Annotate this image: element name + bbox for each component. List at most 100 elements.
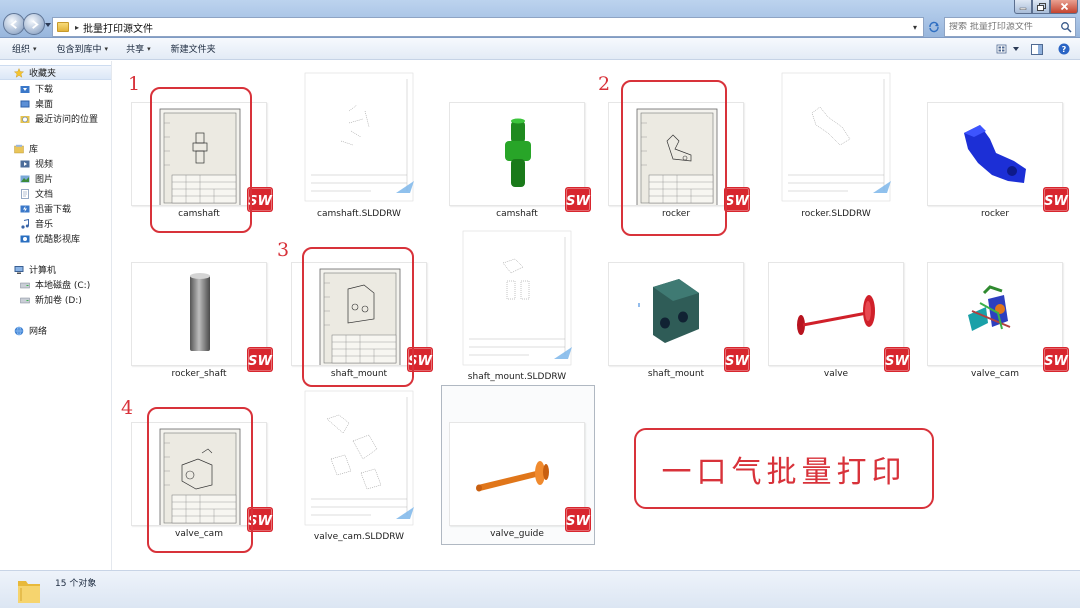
restore-icon: [1036, 2, 1046, 11]
search-input[interactable]: [949, 22, 1059, 32]
file-item-rocker-shaft-part[interactable]: rocker_shaft: [130, 256, 273, 391]
downloads-folder-icon: [20, 85, 30, 93]
nav-network[interactable]: 网络: [0, 323, 111, 338]
nav-desktop[interactable]: 桌面: [0, 96, 111, 111]
annotation-number-2: 2: [598, 73, 611, 95]
search-icon[interactable]: [1060, 21, 1072, 33]
nav-local-disk-c[interactable]: 本地磁盘 (C:): [0, 277, 111, 292]
file-item-shaft-mount-part[interactable]: shaft_mount: [607, 256, 750, 391]
nav-computer[interactable]: 计算机: [0, 262, 111, 277]
close-button[interactable]: [1050, 0, 1078, 14]
file-list: SW camshaft: [113, 61, 1080, 570]
thunder-download-icon: [20, 205, 30, 212]
back-button[interactable]: [3, 13, 25, 35]
include-in-library-menu[interactable]: 包含到库中 ▾: [56, 42, 109, 56]
folder-icon: [18, 581, 40, 603]
nav-documents-label: 文档: [35, 190, 54, 200]
file-item-camshaft-slddrw[interactable]: camshaft.SLDDRW: [290, 71, 428, 219]
star-icon: [14, 67, 24, 78]
drive-icon: [20, 282, 30, 288]
chevron-down-icon: ▾: [147, 44, 151, 53]
preview-pane-icon: [1031, 43, 1043, 55]
item-count: 15 个对象: [55, 579, 97, 589]
nav-new-volume-d[interactable]: 新加卷 (D:): [0, 292, 111, 307]
drive-icon: [20, 297, 30, 303]
shortcut-arrow-icon: [554, 347, 572, 359]
file-item-valve-cam-assembly[interactable]: valve_cam: [926, 256, 1069, 391]
share-menu[interactable]: 共享 ▾: [126, 42, 151, 56]
file-item-rocker-part[interactable]: rocker: [926, 96, 1069, 231]
video-library-icon: [20, 160, 30, 167]
nav-music[interactable]: 音乐: [0, 216, 111, 231]
preview-pane-button[interactable]: [1030, 42, 1044, 56]
library-icon: [14, 144, 24, 153]
annotation-number-3: 3: [277, 239, 290, 261]
file-name: valve_cam: [971, 369, 1019, 379]
recent-pages-dropdown-icon[interactable]: [44, 21, 52, 29]
shortcut-arrow-icon: [873, 181, 891, 193]
file-name: rocker.SLDDRW: [801, 209, 871, 219]
forward-button[interactable]: [23, 13, 45, 35]
file-item-valve-cam-slddrw[interactable]: valve_cam.SLDDRW: [290, 389, 428, 542]
annotation-number-1: 1: [128, 73, 141, 95]
nav-documents[interactable]: 文档: [0, 186, 111, 201]
address-dropdown-icon[interactable]: ▾: [909, 21, 921, 33]
nav-local-disk-c-label: 本地磁盘 (C:): [35, 281, 91, 291]
breadcrumb-separator[interactable]: ▸: [75, 23, 79, 32]
back-arrow-icon: [9, 19, 17, 29]
file-item-rocker-slddrw[interactable]: rocker.SLDDRW: [767, 71, 905, 219]
annotation-box-3: [302, 247, 414, 387]
nav-downloads[interactable]: 下载: [0, 81, 111, 96]
file-name: rocker_shaft: [171, 369, 227, 379]
nav-recent-places[interactable]: 最近访问的位置: [0, 111, 111, 126]
file-item-valve-guide-part[interactable]: valve_guide: [441, 385, 595, 551]
file-name: shaft_mount.SLDDRW: [467, 372, 567, 382]
shortcut-arrow-icon: [396, 507, 414, 519]
organize-label: 组织: [12, 45, 31, 55]
nav-favorites[interactable]: 收藏夹: [0, 65, 111, 80]
nav-recent-places-label: 最近访问的位置: [35, 115, 99, 125]
nav-thunder-downloads[interactable]: 迅雷下载: [0, 201, 111, 216]
nav-favorites-label: 收藏夹: [29, 69, 57, 79]
address-bar[interactable]: ▸ 批量打印源文件 ▾: [52, 17, 924, 37]
new-folder-label: 新建文件夹: [170, 45, 216, 55]
breadcrumb-folder[interactable]: 批量打印源文件: [83, 20, 153, 35]
file-name: valve: [823, 369, 849, 379]
nav-libraries[interactable]: 库: [0, 141, 111, 156]
nav-pictures[interactable]: 图片: [0, 171, 111, 186]
file-name: rocker: [980, 209, 1010, 219]
nav-youku-library-label: 优酷影视库: [35, 235, 81, 245]
nav-youku-library[interactable]: 优酷影视库: [0, 231, 111, 246]
callout-text: 一口气批量打印: [661, 454, 907, 490]
include-in-library-label: 包含到库中: [56, 45, 102, 55]
organize-menu[interactable]: 组织 ▾: [12, 42, 37, 56]
nav-network-label: 网络: [29, 327, 48, 337]
minimize-button[interactable]: [1014, 0, 1032, 14]
recent-places-icon: [20, 115, 30, 123]
annotation-box-4: [147, 407, 253, 553]
shortcut-arrow-icon: [396, 181, 414, 193]
chevron-down-icon: ▾: [104, 44, 109, 53]
annotation-number-4: 4: [121, 397, 134, 419]
nav-videos[interactable]: 视频: [0, 156, 111, 171]
nav-videos-label: 视频: [35, 160, 54, 170]
nav-downloads-label: 下载: [35, 85, 54, 95]
new-folder-button[interactable]: 新建文件夹: [171, 42, 216, 55]
nav-music-label: 音乐: [35, 220, 54, 230]
folder-icon: [57, 22, 69, 32]
change-view-button[interactable]: [994, 42, 1022, 56]
file-item-camshaft-part[interactable]: camshaft: [448, 96, 591, 231]
close-icon: [1060, 2, 1068, 11]
search-box[interactable]: [944, 17, 1076, 37]
command-bar: 组织 ▾ 包含到库中 ▾ 共享 ▾ 新建文件夹 ?: [0, 38, 1080, 60]
navigation-pane: 收藏夹 下载 桌面 最近访问的位置 库 视频 图片 文档 迅雷下载 音乐 优酷影…: [0, 61, 112, 570]
refresh-button[interactable]: [926, 17, 942, 37]
file-name: valve_cam.SLDDRW: [313, 532, 405, 542]
file-name: camshaft.SLDDRW: [317, 209, 401, 219]
file-item-shaft-mount-slddrw[interactable]: shaft_mount.SLDDRW: [448, 229, 586, 382]
forward-arrow-icon: [31, 19, 39, 29]
maximize-button[interactable]: [1032, 0, 1050, 14]
help-button[interactable]: ?: [1057, 42, 1071, 56]
file-item-valve-part[interactable]: valve: [767, 256, 910, 391]
nav-thunder-downloads-label: 迅雷下载: [35, 205, 72, 215]
